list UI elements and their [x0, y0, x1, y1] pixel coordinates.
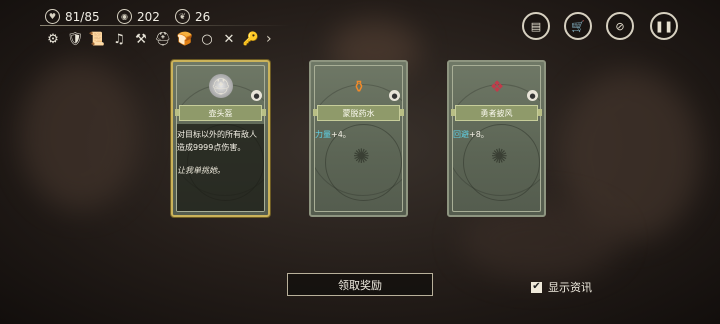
card-name: 蒙脱药水	[313, 105, 404, 121]
helmet-item-icon: ⛑	[209, 74, 233, 98]
bag-icon: ●	[527, 90, 538, 101]
card-description: 力量+4。	[315, 128, 402, 141]
map-icon: ▤	[530, 19, 542, 33]
claim-reward-button[interactable]: 领取奖励	[287, 273, 433, 296]
desc-line: 对目标以外的所有敌人	[177, 130, 257, 139]
hp-stat: ♥ 81/85	[45, 9, 100, 24]
pause-button[interactable]: ❚❚	[650, 12, 678, 40]
energy-stat: ❦ 26	[175, 9, 210, 24]
coin-icon: ◉	[117, 9, 132, 24]
note-icon[interactable]: ♫	[110, 30, 128, 48]
shop-button[interactable]: 🛒	[564, 12, 592, 40]
axe-icon[interactable]: ⚒	[132, 30, 150, 48]
bag-icon: ●	[251, 90, 262, 101]
bone-icon[interactable]: ✕	[220, 30, 238, 48]
mute-button[interactable]: ⊘	[606, 12, 634, 40]
cart-icon: 🛒	[571, 19, 585, 33]
background-blur	[20, 60, 140, 210]
card-name: 壶头盔	[175, 105, 266, 121]
ring-icon[interactable]: ○	[198, 30, 216, 48]
reward-card-cloak[interactable]: ✺ ❖ ● 勇者披风 回避+8。	[447, 60, 546, 217]
no-sound-icon: ⊘	[615, 19, 625, 33]
gear-icon[interactable]: ⚙	[44, 30, 62, 48]
cloak-item-icon: ❖	[489, 76, 505, 96]
chevron-right-icon[interactable]: ›	[266, 31, 272, 47]
heart-icon: ♥	[45, 9, 60, 24]
desc-line: 造成9999点伤害。	[177, 143, 246, 152]
reward-card-helmet[interactable]: ⛑ ● 壶头盔 对目标以外的所有敌人 造成9999点伤害。 让我单挑她。	[171, 60, 270, 217]
stat-value: +8。	[469, 130, 489, 139]
card-name: 勇者披风	[451, 105, 542, 121]
flavor-text: 让我单挑她。	[177, 166, 225, 175]
scroll-icon[interactable]: 📜	[88, 30, 106, 48]
potion-item-icon: ⚱	[352, 76, 366, 96]
shield-icon[interactable]: 🛡	[66, 30, 84, 48]
stat-value: +4。	[331, 130, 351, 139]
sun-emblem-icon: ✺	[491, 144, 508, 168]
stat-name: 回避	[453, 130, 469, 139]
sun-emblem-icon: ✺	[353, 144, 370, 168]
key-icon[interactable]: 🔑	[242, 30, 260, 48]
hp-value: 81/85	[65, 9, 100, 24]
reward-card-potion[interactable]: ✺ ⚱ ● 蒙脱药水 力量+4。	[309, 60, 408, 217]
stat-name: 力量	[315, 130, 331, 139]
card-description: 回避+8。	[453, 128, 540, 141]
relic-bar: ⚙ 🛡 📜 ♫ ⚒ ⛑ 🍞 ○ ✕ 🔑 ›	[44, 30, 272, 48]
card-description: 对目标以外的所有敌人 造成9999点伤害。 让我单挑她。	[177, 128, 264, 177]
show-info-label: 显示资讯	[548, 281, 592, 294]
divider	[40, 25, 290, 26]
gold-stat: ◉ 202	[117, 9, 160, 24]
show-info-toggle[interactable]: ✔ 显示资讯	[531, 279, 592, 295]
bag-icon: ●	[389, 90, 400, 101]
energy-value: 26	[195, 9, 211, 24]
helmet-icon[interactable]: ⛑	[154, 30, 172, 48]
pause-icon: ❚❚	[654, 19, 674, 33]
leaf-icon: ❦	[175, 9, 190, 24]
map-button[interactable]: ▤	[522, 12, 550, 40]
gold-value: 202	[137, 9, 160, 24]
checkbox-checked-icon[interactable]: ✔	[531, 281, 542, 293]
bread-icon[interactable]: 🍞	[176, 30, 194, 48]
